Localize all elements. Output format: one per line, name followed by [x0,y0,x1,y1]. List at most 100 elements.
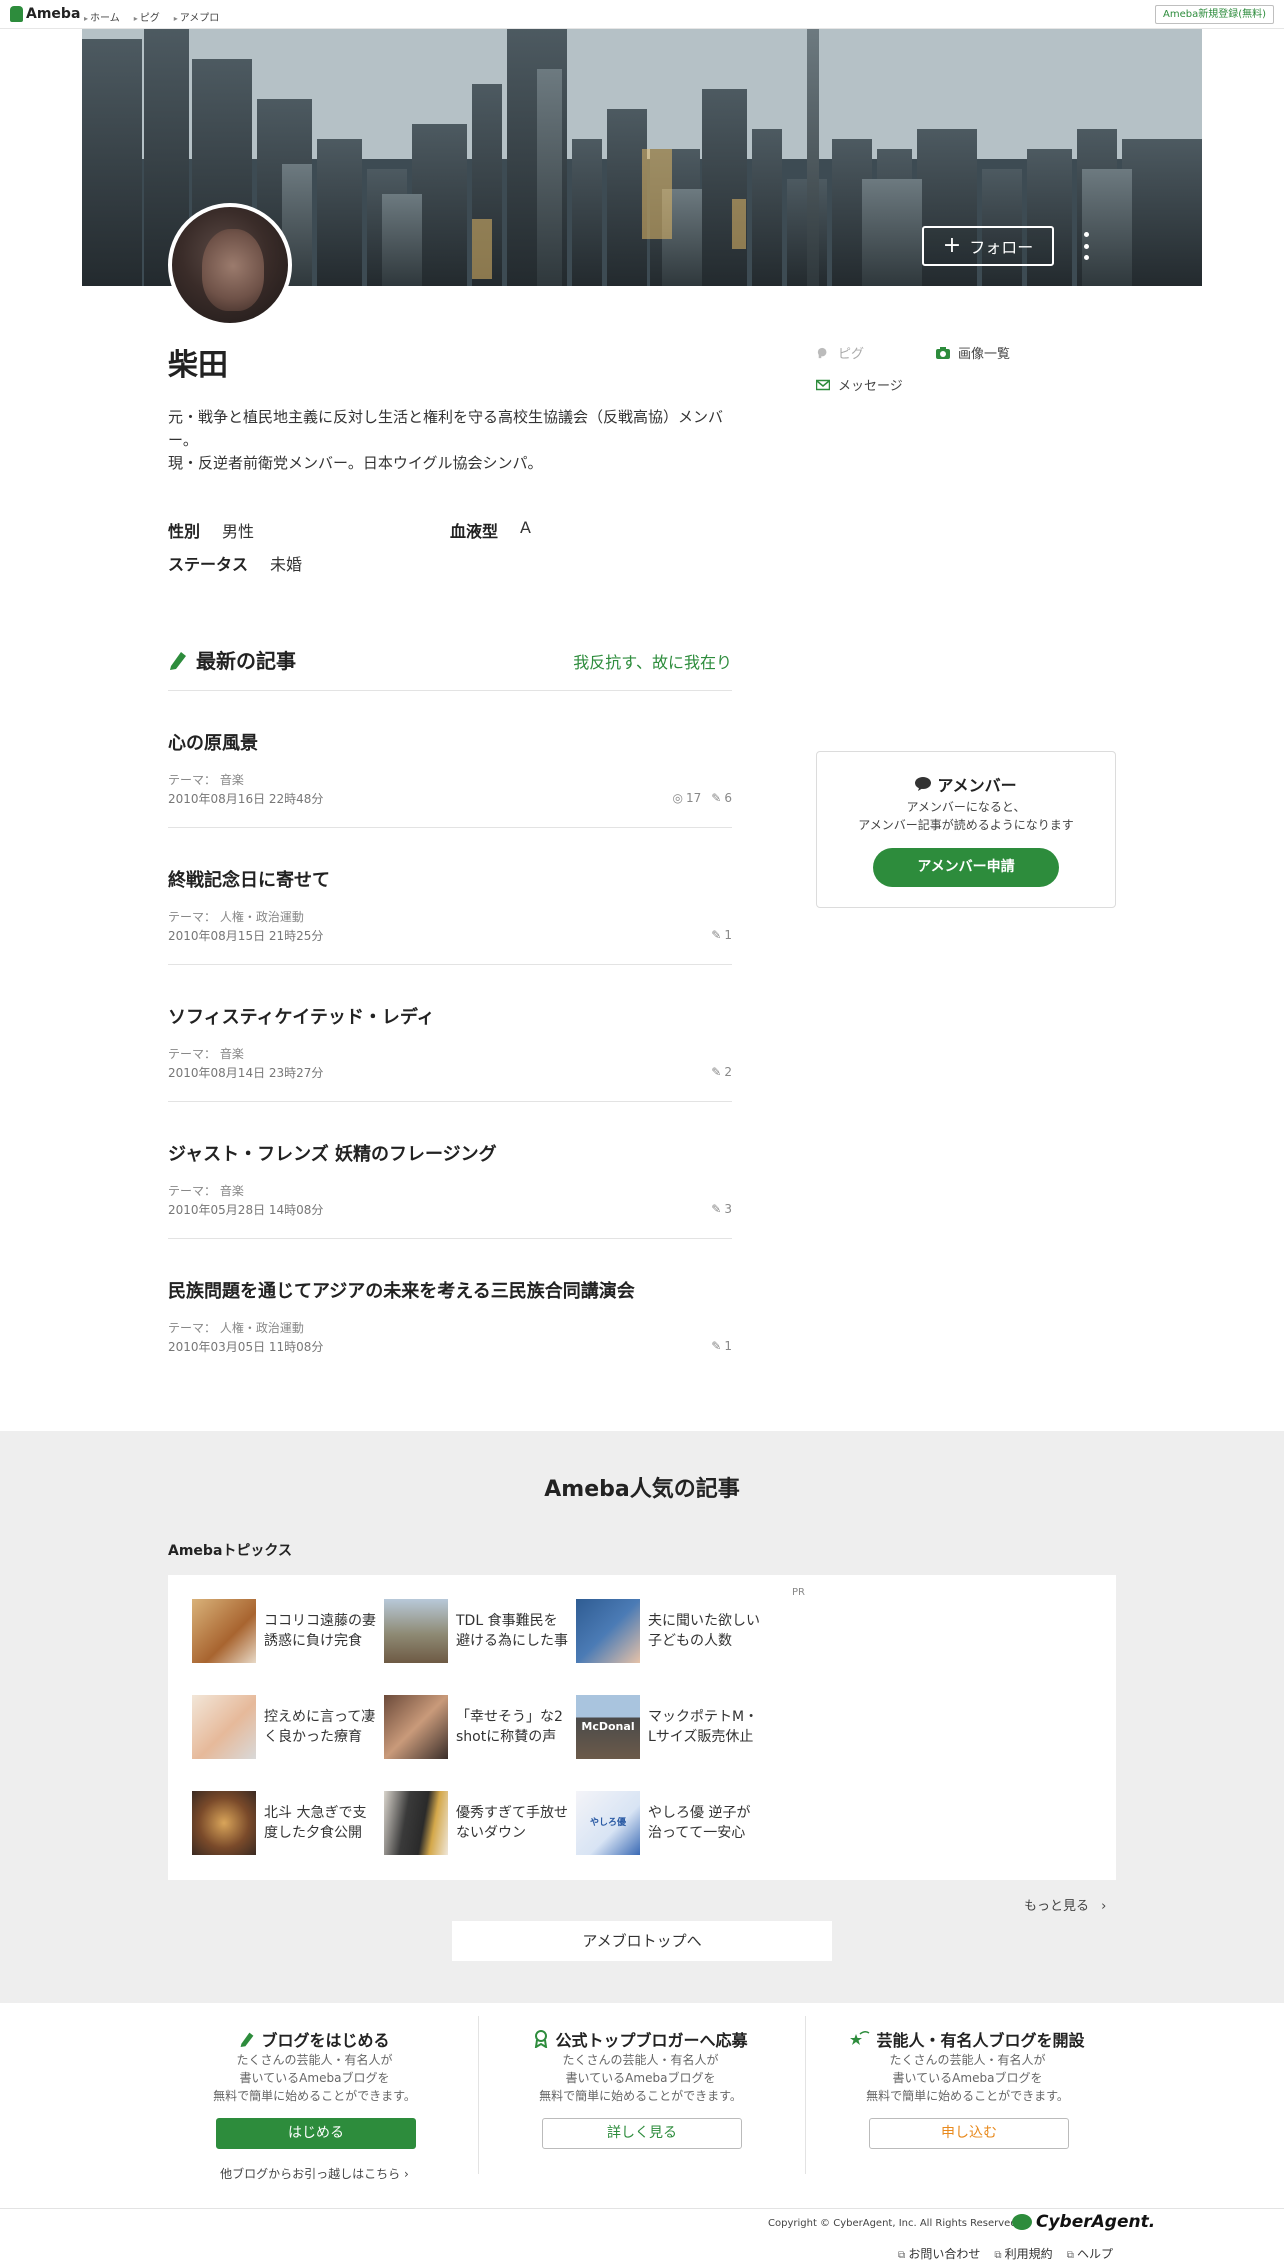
post-date: 2010年05月28日 14時08分 [168,1203,324,1217]
amember-box: アメンバー アメンバーになると、 アメンバー記事が読めるようになります アメンバ… [816,751,1116,908]
nav-pigg[interactable]: ピグ [134,9,160,24]
post-title[interactable]: 民族問題を通じてアジアの未来を考える三民族合同講演会 [168,1277,635,1303]
chevron-right-icon: › [404,2167,409,2181]
pencil-icon [241,2032,254,2047]
chevron-right-icon: › [1101,1899,1107,1914]
plus-icon: + [942,233,962,258]
topic-item[interactable]: やしろ優 やしろ優 逆子が 治ってて一安心 [576,1791,766,1855]
latest-posts-title: 最新の記事 [196,649,296,673]
pigg-icon [817,347,827,358]
avatar[interactable] [168,203,292,327]
post-title[interactable]: ジャスト・フレンズ 妖精のフレージング [168,1140,497,1166]
topic-item[interactable]: 優秀すぎて手放せ ないダウン [384,1791,574,1855]
popular-section: Ameba人気の記事 Amebaトピックス PR ココリコ遠藤の妻 誘惑に負け完食… [0,1431,1284,2003]
comment-icon: ✎ [711,1202,722,1216]
post-item[interactable]: ジャスト・フレンズ 妖精のフレージング テーマ： 音楽 2010年05月28日 … [168,1102,732,1239]
post-item[interactable]: ソフィスティケイテッド・レディ テーマ： 音楽 2010年08月14日 23時2… [168,965,732,1102]
footer-link-contact[interactable]: お問い合わせ [898,2245,980,2262]
cyberagent-logo-icon [1012,2214,1032,2230]
comment-count[interactable]: ✎ 3 [711,1202,732,1216]
post-theme[interactable]: テーマ： 音楽 [168,771,244,788]
topic-thumbnail [384,1695,448,1759]
top-blogger-details-button[interactable]: 詳しく見る [542,2118,742,2149]
attr-gender: 性別 男性 [168,522,255,541]
topic-item[interactable]: 北斗 大急ぎで支 度した夕食公開 [192,1791,382,1855]
amember-icon [915,777,932,791]
post-title[interactable]: ソフィスティケイテッド・レディ [168,1003,435,1029]
post-theme[interactable]: テーマ： 音楽 [168,1182,244,1199]
footer-link-terms[interactable]: 利用規約 [994,2245,1053,2262]
follow-button[interactable]: + フォロー [922,226,1054,266]
comment-icon: ✎ [711,791,722,805]
side-link-message[interactable]: メッセージ [816,375,903,394]
comment-count[interactable]: ✎ 1 [711,928,732,942]
pencil-icon [170,651,186,670]
post-item[interactable]: 終戦記念日に寄せて テーマ： 人権・政治運動 2010年08月15日 21時25… [168,828,732,965]
topic-thumbnail [384,1791,448,1855]
profile-bio: 元・戦争と植民地主義に反対し生活と権利を守る高校生協議会（反戦高協）メンバー。 … [168,408,724,472]
amember-apply-button[interactable]: アメンバー申請 [873,848,1059,887]
post-date: 2010年08月15日 21時25分 [168,929,324,943]
nav-amepro[interactable]: アメプロ [174,9,220,24]
post-date: 2010年08月14日 23時27分 [168,1066,324,1080]
topic-item[interactable]: McDonal マックポテトM・ Lサイズ販売休止 [576,1695,766,1759]
more-menu-icon[interactable] [1082,232,1090,260]
topic-item[interactable]: 控えめに言って凄 く良かった療育 [192,1695,382,1759]
comment-count[interactable]: ✎ 2 [711,1065,732,1079]
topic-thumbnail [192,1791,256,1855]
attr-status: ステータス 未婚 [168,555,303,574]
side-link-pigg[interactable]: ピグ [816,343,864,362]
side-link-images[interactable]: 画像一覧 [936,343,1010,362]
global-nav: ホーム ピグ アメプロ [84,9,219,24]
post-date: 2010年08月16日 22時48分 [168,792,324,806]
profile-name: 柴田 [168,348,228,383]
post-item[interactable]: 民族問題を通じてアジアの未来を考える三民族合同講演会 テーマ： 人権・政治運動 … [168,1239,732,1376]
cyberagent-logo[interactable]: CyberAgent. [1012,2212,1155,2232]
post-item[interactable]: 心の原風景 テーマ： 音楽 2010年08月16日 22時48分 ◎ 17 ✎ 6 [168,691,732,828]
ameba-logo-icon [10,6,23,22]
view-count: ◎ 17 [672,791,702,805]
attr-blood: 血液型 A [450,518,531,541]
comment-icon: ✎ [711,1339,722,1353]
camera-icon [936,346,950,359]
post-date: 2010年03月05日 11時08分 [168,1340,324,1354]
comment-count[interactable]: ✎ 6 [711,791,732,805]
topic-item[interactable]: ココリコ遠藤の妻 誘惑に負け完食 [192,1599,382,1663]
post-theme[interactable]: テーマ： 人権・政治運動 [168,908,304,925]
nav-home[interactable]: ホーム [84,9,120,24]
topic-thumbnail [192,1695,256,1759]
pr-label: PR [792,1587,805,1598]
ameba-logo[interactable]: Ameba [10,6,80,22]
award-icon [535,2030,548,2048]
post-theme[interactable]: テーマ： 音楽 [168,1045,244,1062]
topic-thumbnail [576,1599,640,1663]
promo-celebrity-blog: 芸能人・有名人ブログを開設 たくさんの芸能人・有名人が 書いているAmebaブロ… [805,2015,1130,2175]
topic-item[interactable]: 夫に聞いた欲しい 子どもの人数 [576,1599,766,1663]
start-blog-button[interactable]: はじめる [216,2118,416,2149]
topic-item[interactable]: TDL 食事難民を 避ける為にした事 [384,1599,574,1663]
promo-start-blog: ブログをはじめる たくさんの芸能人・有名人が 書いているAmebaブログを 無料… [152,2015,477,2181]
comment-icon: ✎ [711,1065,722,1079]
post-title[interactable]: 心の原風景 [168,729,258,755]
topic-item[interactable]: 「幸せそう」な2 shotに称賛の声 [384,1695,574,1759]
celebrity-apply-button[interactable]: 申し込む [869,2118,1069,2149]
blog-link[interactable]: 我反抗す、故に我在り [573,649,732,673]
promo-top-blogger: 公式トップブロガーへ応募 たくさんの芸能人・有名人が 書いているAmebaブログ… [478,2015,803,2175]
signup-button[interactable]: Ameba新規登録(無料) [1154,5,1274,24]
topic-thumbnail: やしろ優 [576,1791,640,1855]
topics-label: Amebaトピックス [168,1543,292,1559]
migrate-blog-link[interactable]: 他ブログからお引っ越しはこちら › [152,2165,477,2182]
footer-divider [0,2208,1284,2209]
ameblo-top-button[interactable]: アメブロトップへ [452,1921,832,1961]
comment-count[interactable]: ✎ 1 [711,1339,732,1353]
comment-icon: ✎ [711,928,722,942]
eye-icon: ◎ [672,791,684,805]
topic-thumbnail [384,1599,448,1663]
topic-thumbnail: McDonal [576,1695,640,1759]
post-theme[interactable]: テーマ： 人権・政治運動 [168,1319,304,1336]
avatar-face [202,229,264,311]
footer-link-help[interactable]: ヘルプ [1067,2245,1113,2262]
more-topics-link[interactable]: もっと見る › [1024,1895,1106,1914]
copyright: Copyright © CyberAgent, Inc. All Rights … [768,2218,1020,2229]
post-title[interactable]: 終戦記念日に寄せて [168,866,330,892]
